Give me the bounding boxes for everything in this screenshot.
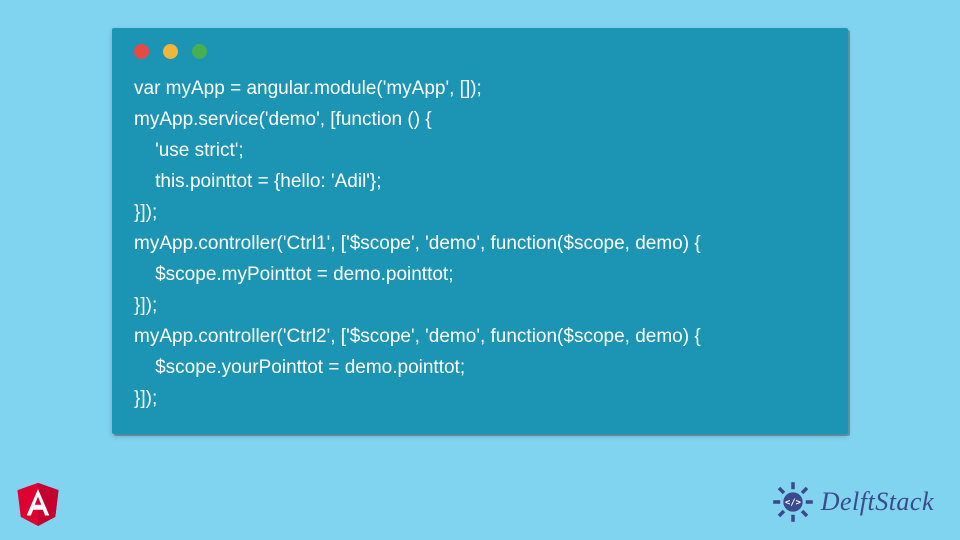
code-block: var myApp = angular.module('myApp', []);… (134, 73, 826, 414)
close-icon (134, 44, 149, 59)
page: var myApp = angular.module('myApp', []);… (0, 0, 960, 540)
brand-badge-icon: </> (771, 480, 815, 524)
code-window: var myApp = angular.module('myApp', []);… (112, 28, 848, 434)
window-dots (134, 44, 826, 59)
minimize-icon (163, 44, 178, 59)
brand: </> DelftStack (771, 480, 934, 524)
svg-text:</>: </> (785, 498, 801, 508)
brand-name: DelftStack (821, 487, 934, 517)
angular-logo-icon (14, 478, 62, 528)
maximize-icon (192, 44, 207, 59)
